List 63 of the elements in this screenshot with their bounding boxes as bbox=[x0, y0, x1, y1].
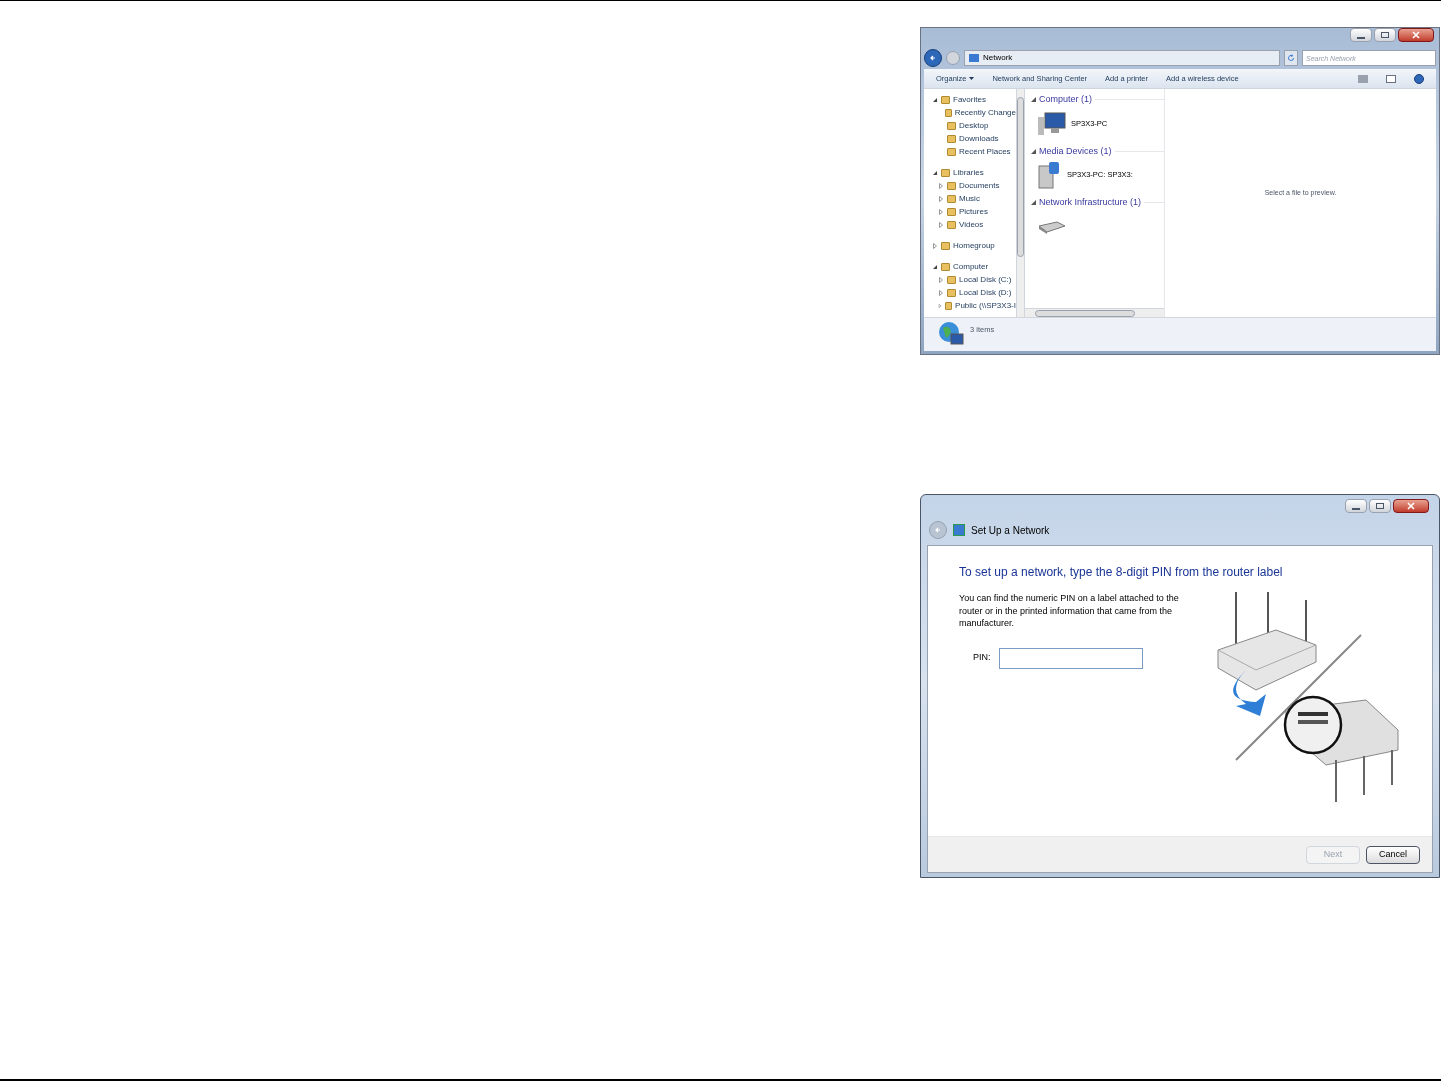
expanded-arrow-icon[interactable] bbox=[932, 169, 938, 176]
pin-input[interactable] bbox=[998, 647, 1143, 669]
pin-label: PIN: bbox=[973, 651, 991, 665]
maximize-button[interactable] bbox=[1369, 499, 1391, 513]
close-button[interactable] bbox=[1398, 28, 1434, 42]
preview-pane-icon[interactable] bbox=[1386, 74, 1396, 83]
globe-icon bbox=[938, 320, 964, 348]
tree-item[interactable]: Libraries bbox=[953, 166, 984, 179]
expanded-arrow-icon[interactable] bbox=[932, 96, 938, 103]
tree-item[interactable]: Local Disk (D:) bbox=[959, 286, 1012, 299]
tree-item[interactable]: Favorites bbox=[953, 93, 986, 106]
collapsed-arrow-icon[interactable] bbox=[938, 276, 944, 283]
arrow-icon bbox=[930, 55, 936, 61]
group-header[interactable]: Media Devices (1) bbox=[1039, 144, 1112, 158]
collapsed-arrow-icon[interactable] bbox=[938, 182, 944, 189]
address-bar[interactable]: Network bbox=[964, 50, 1280, 66]
tree-item[interactable]: Documents bbox=[959, 179, 1000, 192]
refresh-button[interactable] bbox=[1284, 50, 1298, 66]
router-icon bbox=[1037, 219, 1067, 234]
close-icon bbox=[1412, 31, 1420, 39]
network-setup-icon bbox=[953, 524, 965, 536]
arrow-icon bbox=[935, 527, 941, 533]
expanded-arrow-icon[interactable] bbox=[932, 263, 938, 270]
tree-item[interactable]: Computer bbox=[953, 260, 989, 273]
collapse-arrow-icon[interactable] bbox=[1031, 97, 1036, 103]
tree-item[interactable]: Homegroup bbox=[953, 239, 995, 252]
folder-icon bbox=[941, 241, 950, 250]
collapsed-arrow-icon[interactable] bbox=[938, 208, 944, 215]
refresh-icon bbox=[1287, 54, 1295, 62]
dialog-button[interactable]: Cancel bbox=[1366, 845, 1420, 864]
horizontal-scrollbar[interactable] bbox=[1025, 308, 1164, 317]
group-header[interactable]: Computer (1) bbox=[1039, 93, 1092, 107]
vertical-scrollbar[interactable] bbox=[1016, 89, 1025, 317]
dialog-heading: To set up a network, type the 8-digit PIN from the router label bbox=[959, 564, 1283, 580]
collapse-arrow-icon[interactable] bbox=[1031, 200, 1036, 206]
tree-item[interactable]: Recent Places bbox=[959, 145, 1011, 158]
collapsed-arrow-icon[interactable] bbox=[938, 195, 944, 202]
tree-item[interactable]: Pictures bbox=[959, 205, 988, 218]
close-icon bbox=[1407, 502, 1415, 510]
tree-item[interactable]: Music bbox=[959, 192, 980, 205]
back-button[interactable] bbox=[924, 49, 942, 67]
tree-item[interactable]: Recently Change bbox=[954, 106, 1016, 119]
breadcrumb-item[interactable]: Network bbox=[983, 52, 1013, 64]
instructions-text: You can find the numeric PIN on a label attached to the router or in the printed information that came from the manufacturer. bbox=[959, 592, 1180, 630]
collapse-arrow-icon[interactable] bbox=[1031, 148, 1036, 154]
group-header[interactable]: Network Infrastructure (1) bbox=[1039, 196, 1142, 210]
tree-item[interactable]: Local Disk (C:) bbox=[959, 273, 1012, 286]
tree-item[interactable]: Videos bbox=[959, 218, 984, 231]
tree-item[interactable]: Downloads bbox=[959, 132, 999, 145]
caret-icon bbox=[969, 77, 975, 80]
collapsed-arrow-icon[interactable] bbox=[932, 242, 938, 249]
tree-item[interactable]: Desktop bbox=[959, 119, 989, 132]
close-button[interactable] bbox=[1393, 499, 1429, 513]
minimize-button[interactable] bbox=[1345, 499, 1367, 513]
collapsed-arrow-icon[interactable] bbox=[938, 289, 944, 296]
maximize-button[interactable] bbox=[1374, 28, 1396, 42]
computer-icon bbox=[1037, 110, 1067, 137]
collapsed-arrow-icon[interactable] bbox=[938, 221, 944, 228]
window-title: Set Up a Network bbox=[971, 523, 1050, 538]
minimize-button[interactable] bbox=[1350, 28, 1372, 42]
tree-item[interactable]: Public (\\SP3X3-I bbox=[955, 299, 1016, 312]
help-icon[interactable] bbox=[1414, 73, 1424, 84]
network-icon bbox=[969, 54, 979, 62]
